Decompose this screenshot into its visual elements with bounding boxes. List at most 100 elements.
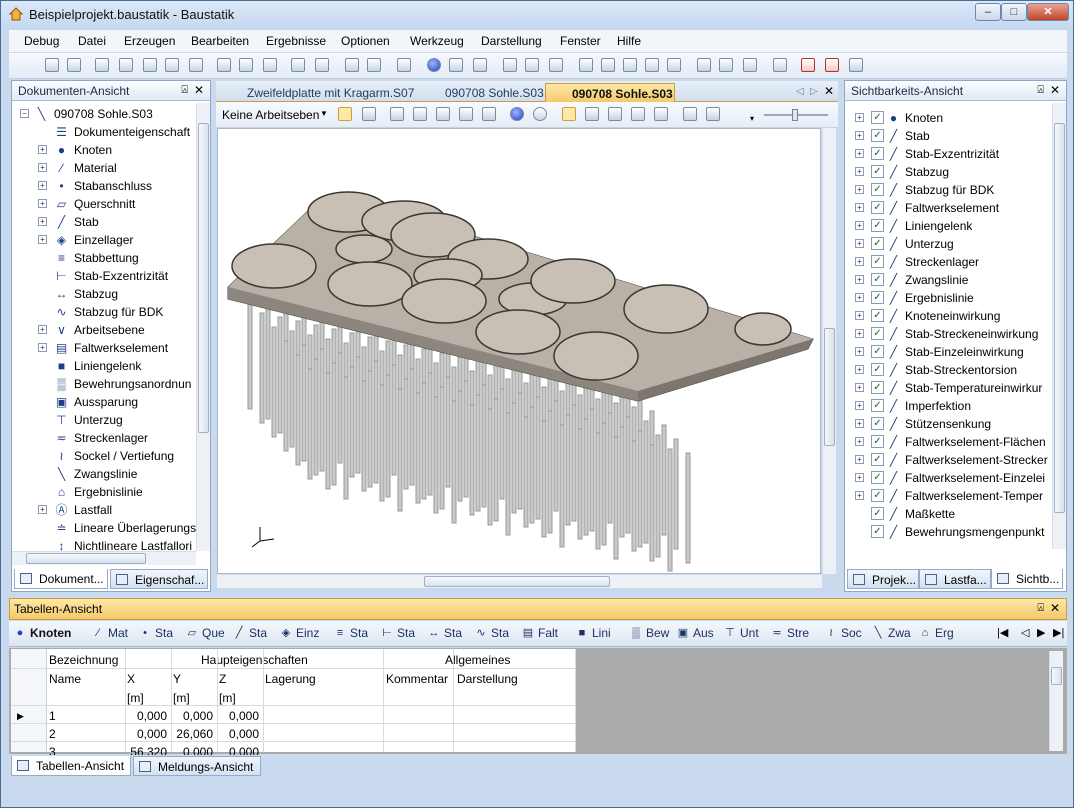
doc-tab-sohle-1[interactable]: 090708 Sohle.S03 xyxy=(419,83,545,102)
table-vscroll-thumb[interactable] xyxy=(1051,667,1062,685)
menu-debug[interactable]: Debug xyxy=(24,34,59,48)
view-dropdown-icon[interactable] xyxy=(367,58,381,72)
collapse-icon[interactable]: − xyxy=(20,109,29,118)
expand-icon[interactable]: + xyxy=(855,365,864,374)
viewport-vscroll[interactable] xyxy=(822,128,836,574)
col-header-x[interactable]: X xyxy=(127,670,167,688)
menu-fenster[interactable]: Fenster xyxy=(560,34,601,48)
expand-icon[interactable]: + xyxy=(855,437,864,446)
tab-table-view[interactable]: Tabellen-Ansicht xyxy=(11,756,131,776)
tab-messages-view[interactable]: Meldungs-Ansicht xyxy=(133,756,261,776)
pin-icon[interactable]: ⍓ xyxy=(181,84,188,97)
tree-item[interactable]: + ▱ Querschnitt xyxy=(12,195,197,213)
print-preview-icon[interactable] xyxy=(119,58,133,72)
expand-icon[interactable]: + xyxy=(855,239,864,248)
visibility-checkbox[interactable]: ✓ xyxy=(871,237,884,250)
col-header-z[interactable]: Z xyxy=(219,670,259,688)
tree-item[interactable]: ⊢ Stab-Exzentrizität xyxy=(12,267,197,285)
tab-nav-left-icon[interactable]: ◁ xyxy=(796,86,804,97)
view-front-icon[interactable] xyxy=(585,107,599,121)
expand-icon[interactable]: + xyxy=(855,419,864,428)
visibility-checkbox[interactable]: ✓ xyxy=(871,183,884,196)
tree-item[interactable]: ≂ Streckenlager xyxy=(12,429,197,447)
tab-loadcases[interactable]: Lastfa... xyxy=(919,569,991,589)
result-line-tool-icon[interactable] xyxy=(801,58,815,72)
expand-icon[interactable]: + xyxy=(855,113,864,122)
table-type-tab[interactable]: ■ Lini xyxy=(575,626,611,642)
expand-icon[interactable]: + xyxy=(855,185,864,194)
table-type-tab[interactable]: ● Knoten xyxy=(13,626,72,642)
line-hinge-tool-icon[interactable] xyxy=(579,58,593,72)
table-type-tab[interactable]: ⌂ Erg xyxy=(918,626,954,642)
visibility-item[interactable]: + ✓ ╱ Stab xyxy=(845,127,1052,145)
zoom-fit-icon[interactable] xyxy=(459,107,473,121)
table-type-tab[interactable]: ▒ Bew xyxy=(629,626,669,642)
node-tool-icon[interactable] xyxy=(427,58,441,72)
visibility-checkbox[interactable]: ✓ xyxy=(871,381,884,394)
3d-viewport[interactable] xyxy=(217,128,821,574)
visibility-checkbox[interactable]: ✓ xyxy=(871,435,884,448)
select-pointer-icon[interactable] xyxy=(338,107,352,121)
visibility-checkbox[interactable]: ✓ xyxy=(871,291,884,304)
pane-close-icon[interactable]: ✕ xyxy=(194,83,204,97)
documents-scrollbar[interactable] xyxy=(196,103,210,551)
visibility-item[interactable]: + ✓ ╱ Stab-Temperatureinwirkur xyxy=(845,379,1052,397)
visibility-checkbox[interactable]: ✓ xyxy=(871,489,884,502)
menu-werkzeug[interactable]: Werkzeug xyxy=(410,34,464,48)
visibility-item[interactable]: + ✓ ╱ Stab-Streckentorsion xyxy=(845,361,1052,379)
documents-hscroll[interactable] xyxy=(12,551,196,565)
hscroll-thumb[interactable] xyxy=(26,553,146,564)
table-type-tab[interactable]: ≀ Soc xyxy=(824,626,862,642)
view-iso-icon[interactable] xyxy=(631,107,645,121)
lasso-icon[interactable] xyxy=(217,58,231,72)
visibility-item[interactable]: + ✓ ╱ Stab-Exzentrizität xyxy=(845,145,1052,163)
pane-close-icon[interactable]: ✕ xyxy=(1050,601,1060,615)
measure-tool-icon[interactable] xyxy=(773,58,787,72)
zoom-page-icon[interactable] xyxy=(143,58,157,72)
expand-icon[interactable]: + xyxy=(38,325,47,334)
tree-root[interactable]: − ╲ 090708 Sohle.S03 xyxy=(12,105,197,123)
visibility-item[interactable]: + ✓ ╱ Stabzug für BDK xyxy=(845,181,1052,199)
expand-icon[interactable]: + xyxy=(855,347,864,356)
copy-icon[interactable] xyxy=(45,58,59,72)
visibility-item[interactable]: ✓ ╱ Maßkette xyxy=(845,505,1052,523)
visibility-checkbox[interactable]: ✓ xyxy=(871,327,884,340)
table-type-tab[interactable]: ▱ Que xyxy=(185,626,225,642)
visibility-item[interactable]: + ✓ ╱ Faltwerkselement-Flächen xyxy=(845,433,1052,451)
expand-icon[interactable]: + xyxy=(38,217,47,226)
tab-nav-right-icon[interactable]: ▷ xyxy=(810,86,818,97)
expand-icon[interactable]: + xyxy=(855,455,864,464)
tab-properties[interactable]: Eigenschaf... xyxy=(110,569,208,589)
undo-icon[interactable] xyxy=(291,58,305,72)
export-icon[interactable] xyxy=(189,58,203,72)
expand-icon[interactable]: + xyxy=(855,203,864,212)
tree-item[interactable]: ≐ Lineare Überlagerungs xyxy=(12,519,197,537)
tree-item[interactable]: ⊤ Unterzug xyxy=(12,411,197,429)
doc-tab-zweifeldplatte[interactable]: Zweifeldplatte mit Kragarm.S07 xyxy=(221,83,417,102)
visibility-checkbox[interactable]: ✓ xyxy=(871,129,884,142)
visibility-item[interactable]: + ✓ ╱ Unterzug xyxy=(845,235,1052,253)
tree-item[interactable]: ☰ Dokumenteigenschaft xyxy=(12,123,197,141)
visibility-checkbox[interactable]: ✓ xyxy=(871,309,884,322)
zoom-window-icon[interactable] xyxy=(482,107,496,121)
tree-item[interactable]: + ● Knoten xyxy=(12,141,197,159)
table-type-tab[interactable]: ≡ Sta xyxy=(333,626,368,642)
forward-icon[interactable] xyxy=(533,107,547,121)
viewport-hscroll[interactable] xyxy=(217,574,822,588)
expand-icon[interactable]: + xyxy=(38,343,47,352)
menu-datei[interactable]: Datei xyxy=(78,34,106,48)
zoom-in-icon[interactable] xyxy=(390,107,404,121)
table-type-tab[interactable]: ◈ Einz xyxy=(279,626,320,642)
visibility-item[interactable]: + ✓ ╱ Streckenlager xyxy=(845,253,1052,271)
refresh-icon[interactable] xyxy=(706,107,720,121)
tab-project[interactable]: Projek... xyxy=(847,569,919,589)
table-type-tab[interactable]: ↔ Sta xyxy=(427,626,463,642)
result-tool-icon[interactable] xyxy=(825,58,839,72)
expand-icon[interactable]: + xyxy=(855,311,864,320)
toolbar-overflow-icon[interactable]: ▾ xyxy=(750,114,754,123)
visibility-scrollbar[interactable] xyxy=(1052,103,1066,549)
visibility-item[interactable]: + ✓ ╱ Imperfektion xyxy=(845,397,1052,415)
visibility-checkbox[interactable]: ✓ xyxy=(871,201,884,214)
visibility-checkbox[interactable]: ✓ xyxy=(871,345,884,358)
menu-optionen[interactable]: Optionen xyxy=(341,34,390,48)
